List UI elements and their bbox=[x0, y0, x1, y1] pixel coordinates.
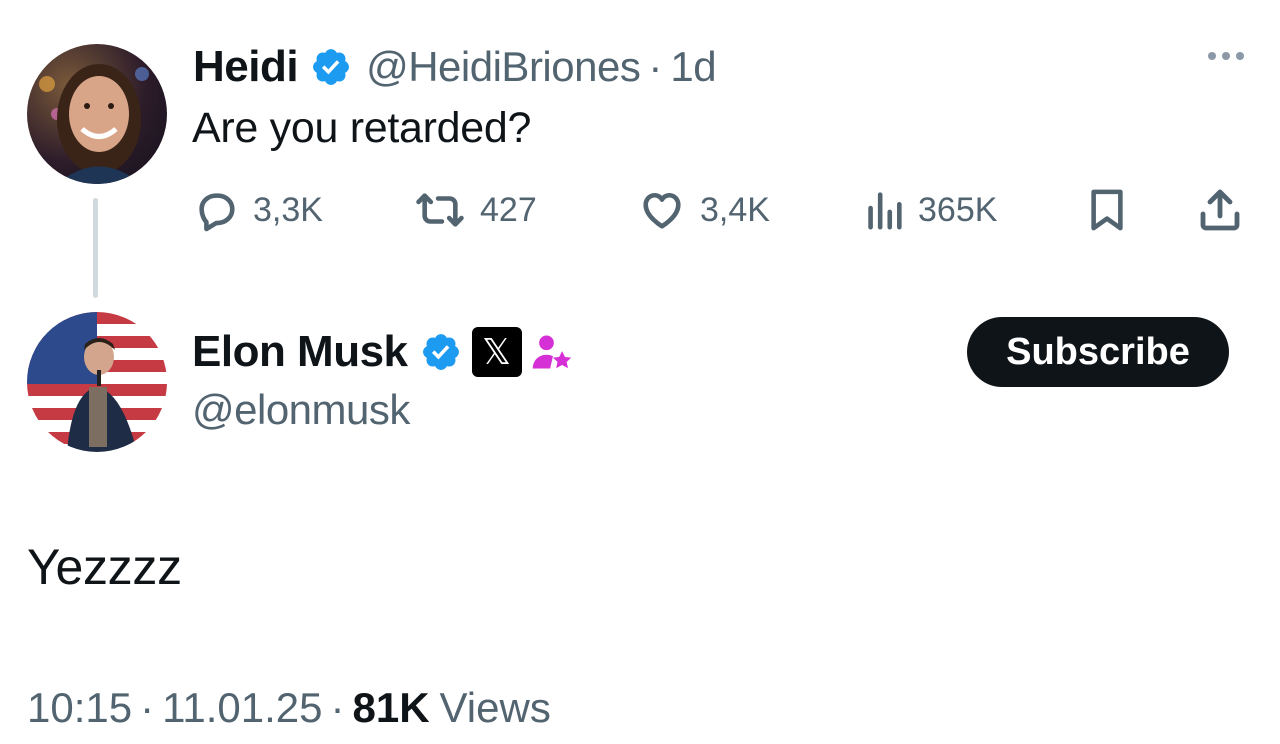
share-button[interactable] bbox=[1196, 186, 1244, 234]
tweet-time[interactable]: 10:15 bbox=[27, 684, 132, 732]
heidi-avatar[interactable] bbox=[27, 44, 167, 184]
elon-avatar[interactable] bbox=[27, 312, 167, 452]
bookmark-icon bbox=[1091, 189, 1123, 231]
tweet-meta: 10:15 · 11.01.25 · 81K Views bbox=[27, 680, 551, 736]
views-icon bbox=[868, 192, 902, 230]
like-icon bbox=[643, 192, 681, 229]
elon-avatar-image bbox=[27, 312, 167, 452]
tweet-text: Yezzzz bbox=[27, 539, 182, 595]
like-button[interactable]: 3,4K bbox=[638, 186, 770, 234]
separator-dot: · bbox=[140, 684, 155, 731]
tweet-author-name[interactable]: Elon Musk bbox=[192, 327, 408, 377]
tweet-views-count[interactable]: 81K bbox=[352, 684, 429, 732]
views-button[interactable]: 365K bbox=[864, 186, 997, 234]
more-icon bbox=[1208, 52, 1216, 60]
tweet-author-handle[interactable]: @elonmusk bbox=[192, 386, 410, 434]
thread-connector-line bbox=[93, 198, 98, 298]
repost-icon bbox=[416, 193, 464, 227]
tweet-author-header: Elon Musk 𝕏 bbox=[192, 324, 574, 380]
reply-to-author-name[interactable]: Heidi bbox=[193, 42, 299, 92]
verified-badge-icon bbox=[422, 334, 459, 370]
separator-dot: · bbox=[330, 684, 345, 731]
more-options-button[interactable] bbox=[1208, 52, 1244, 60]
reply-to-time[interactable]: 1d bbox=[670, 43, 716, 91]
reply-icon bbox=[199, 193, 235, 232]
share-icon bbox=[1200, 189, 1240, 231]
bookmark-button[interactable] bbox=[1086, 186, 1128, 234]
subscriber-icon bbox=[532, 335, 571, 369]
tweet-date[interactable]: 11.01.25 bbox=[162, 684, 322, 732]
repost-count: 427 bbox=[480, 190, 537, 229]
heidi-avatar-image bbox=[39, 64, 149, 184]
subscribe-button[interactable]: Subscribe bbox=[967, 317, 1229, 387]
repost-button[interactable]: 427 bbox=[414, 186, 537, 234]
reply-to-text: Are you retarded? bbox=[192, 104, 532, 152]
reply-to-handle[interactable]: @HeidiBriones bbox=[366, 43, 641, 91]
views-count-reply: 365K bbox=[918, 190, 998, 229]
tweet-views-label: Views bbox=[439, 684, 551, 731]
x-logo-icon[interactable]: 𝕏 bbox=[471, 327, 522, 377]
verified-badge-icon bbox=[313, 49, 350, 85]
reply-button[interactable]: 3,3K bbox=[193, 186, 323, 234]
reply-to-header: Heidi @HeidiBriones · 1d bbox=[193, 40, 717, 94]
like-count: 3,4K bbox=[700, 190, 770, 229]
reply-count: 3,3K bbox=[253, 190, 323, 229]
separator-dot: · bbox=[648, 43, 663, 90]
